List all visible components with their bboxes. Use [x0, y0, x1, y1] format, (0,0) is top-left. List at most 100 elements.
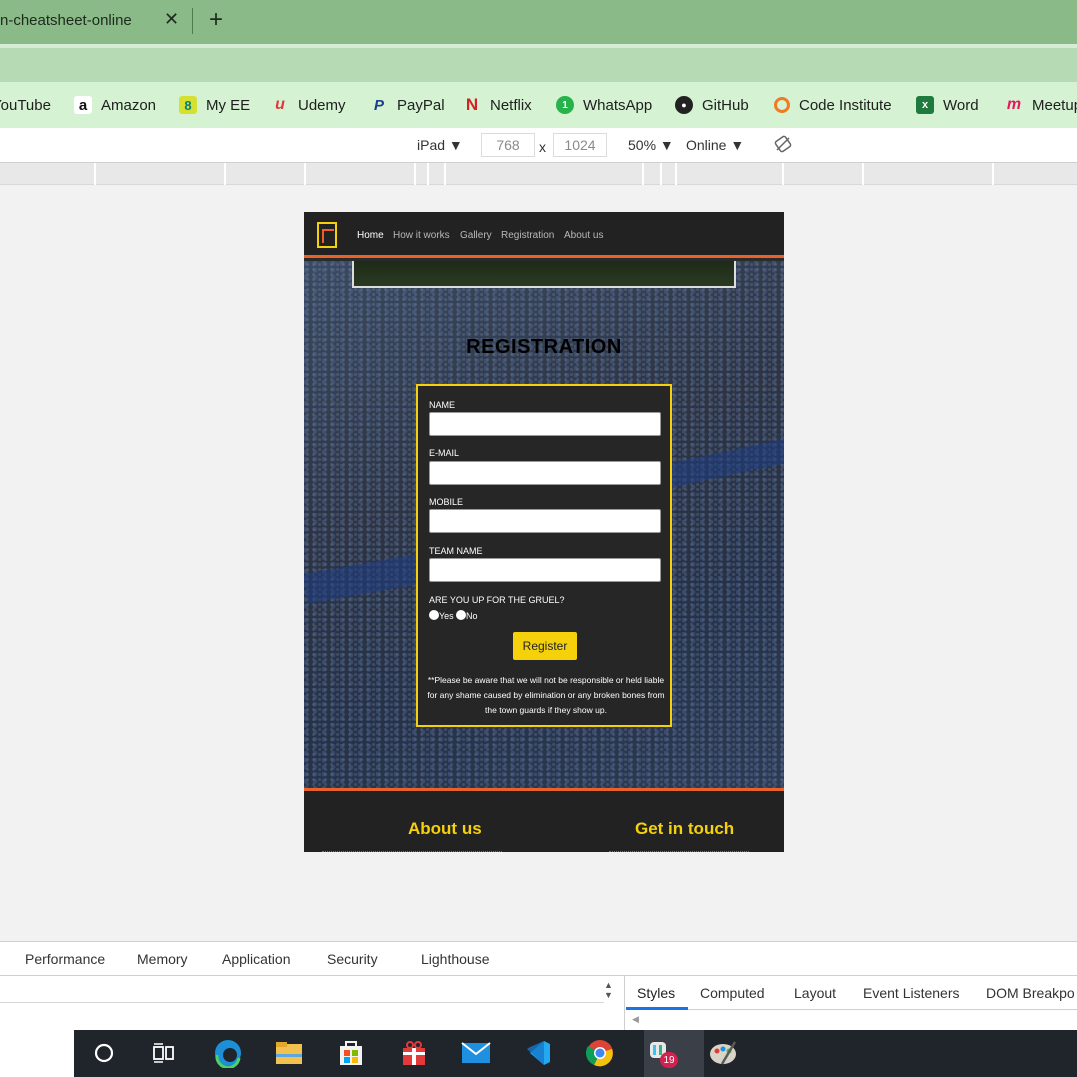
devtools-panel-tabs: Performance Memory Application Security …	[0, 941, 1077, 976]
code-institute-icon	[774, 97, 790, 113]
bookmark-netflix[interactable]: N Netflix	[463, 94, 532, 116]
ruler-tick	[94, 163, 96, 185]
no-label: No	[466, 611, 478, 621]
paint-icon[interactable]	[708, 1038, 738, 1068]
footer-text-cutoff	[322, 851, 502, 852]
yes-radio[interactable]	[429, 610, 439, 620]
new-tab-icon[interactable]: +	[209, 6, 223, 34]
ruler-tick	[862, 163, 864, 185]
name-input[interactable]	[429, 412, 661, 436]
whatsapp-icon: 1	[556, 96, 574, 114]
device-select[interactable]: iPad ▼	[417, 137, 463, 153]
rotate-icon[interactable]	[774, 135, 792, 156]
tab-performance[interactable]: Performance	[25, 951, 105, 967]
github-icon: ●	[675, 96, 693, 114]
taskbar-bar: 19	[74, 1030, 1077, 1077]
styles-scrollbar[interactable]: ◀	[626, 1010, 1077, 1030]
chrome-icon[interactable]	[585, 1038, 615, 1068]
pane-divider	[0, 1002, 604, 1003]
gift-icon[interactable]	[399, 1038, 429, 1068]
tab-computed[interactable]: Computed	[700, 985, 765, 1001]
ruler-tick	[304, 163, 306, 185]
tab-security[interactable]: Security	[327, 951, 378, 967]
email-input[interactable]	[429, 461, 661, 485]
bookmarks-bar: YouTube a Amazon 8 My EE u Udemy P PayPa…	[0, 82, 1077, 128]
bookmark-label: GitHub	[702, 96, 749, 114]
ruler-tick	[444, 163, 446, 185]
bookmark-label: WhatsApp	[583, 96, 653, 114]
scroll-left-icon[interactable]: ◀	[632, 1014, 639, 1025]
viewport-width-input[interactable]: 768	[481, 133, 535, 157]
footer-text-cutoff	[609, 851, 749, 852]
ruler-tick	[782, 163, 784, 185]
footer-contact-heading: Get in touch	[635, 819, 735, 838]
slack-icon[interactable]: 19	[646, 1038, 678, 1068]
tab-layout[interactable]: Layout	[794, 985, 836, 1001]
file-explorer-icon[interactable]	[274, 1038, 304, 1068]
edge-icon[interactable]	[213, 1038, 243, 1068]
bookmark-label: Meetup	[1032, 96, 1077, 114]
microsoft-store-icon[interactable]	[336, 1038, 366, 1068]
taskbar: 19	[0, 1030, 1077, 1077]
team-name-label: TEAM NAME	[429, 546, 483, 556]
tab-memory[interactable]: Memory	[137, 951, 188, 967]
dimension-separator: x	[539, 139, 546, 155]
vscode-icon[interactable]	[523, 1038, 553, 1068]
cortana-icon[interactable]	[89, 1038, 119, 1068]
nav-how-it-works[interactable]: How it works	[393, 230, 450, 241]
bookmark-label: PayPal	[397, 96, 445, 114]
page-title: REGISTRATION	[466, 336, 622, 358]
tab-event-listeners[interactable]: Event Listeners	[863, 985, 960, 1001]
bookmark-code-institute[interactable]: Code Institute	[774, 94, 892, 116]
bookmark-my-ee[interactable]: 8 My EE	[179, 94, 250, 116]
media-query-ruler[interactable]	[0, 163, 1077, 185]
tab-lighthouse[interactable]: Lighthouse	[421, 951, 490, 967]
task-view-icon[interactable]	[149, 1038, 179, 1068]
elements-pane[interactable]: ▲ ▼	[0, 976, 625, 1030]
nav-gallery[interactable]: Gallery	[460, 230, 492, 241]
mail-icon[interactable]	[461, 1038, 491, 1068]
ruler-tick	[660, 163, 662, 185]
bookmark-udemy[interactable]: u Udemy	[271, 94, 345, 116]
bookmark-label: Amazon	[101, 96, 157, 114]
nav-registration[interactable]: Registration	[501, 230, 554, 241]
viewport-height-input[interactable]: 1024	[553, 133, 607, 157]
meetup-icon: m	[1006, 96, 1022, 113]
bookmark-label: Word	[943, 96, 979, 114]
bookmark-youtube[interactable]: YouTube	[0, 94, 51, 116]
mobile-input[interactable]	[429, 509, 661, 533]
nav-home[interactable]: Home	[357, 230, 384, 241]
hero-image	[352, 261, 736, 288]
ruler-tick	[992, 163, 994, 185]
site-footer: About us Get in touch	[304, 788, 784, 852]
site-logo-icon[interactable]	[317, 222, 337, 248]
styles-pane-tabs: Styles Computed Layout Event Listeners D…	[626, 976, 1077, 1010]
bookmark-paypal[interactable]: P PayPal	[370, 94, 445, 116]
bookmark-label: Netflix	[490, 96, 532, 114]
bookmark-whatsapp[interactable]: 1 WhatsApp	[556, 94, 652, 116]
address-bar[interactable]	[0, 48, 1077, 82]
ruler-tick	[224, 163, 226, 185]
tab-close-icon[interactable]: ✕	[164, 9, 179, 30]
network-throttle-select[interactable]: Online ▼	[686, 137, 744, 153]
tab-application[interactable]: Application	[222, 951, 291, 967]
browser-tab-strip: n-cheatsheet-online ✕ +	[0, 0, 1077, 44]
emulated-page: Home How it works Gallery Registration A…	[304, 212, 784, 852]
tab-title[interactable]: n-cheatsheet-online	[0, 12, 132, 29]
tab-dom-breakpoints[interactable]: DOM Breakpo	[986, 985, 1075, 1001]
bookmark-meetup[interactable]: m Meetup	[1005, 94, 1077, 116]
no-radio[interactable]	[456, 610, 466, 620]
bookmark-amazon[interactable]: a Amazon	[74, 94, 156, 116]
bookmark-word[interactable]: x Word	[916, 94, 979, 116]
slack-badge: 19	[660, 1052, 678, 1068]
paypal-icon: P	[373, 96, 384, 114]
register-button[interactable]: Register	[513, 632, 577, 660]
stadium-banner	[662, 437, 784, 489]
nav-about-us[interactable]: About us	[564, 230, 603, 241]
bookmark-github[interactable]: ● GitHub	[675, 94, 749, 116]
team-name-input[interactable]	[429, 558, 661, 582]
tab-styles[interactable]: Styles	[637, 985, 675, 1001]
scroll-arrows-icon[interactable]: ▲ ▼	[604, 980, 613, 1000]
footer-about-heading: About us	[408, 819, 482, 838]
zoom-select[interactable]: 50% ▼	[628, 137, 674, 153]
